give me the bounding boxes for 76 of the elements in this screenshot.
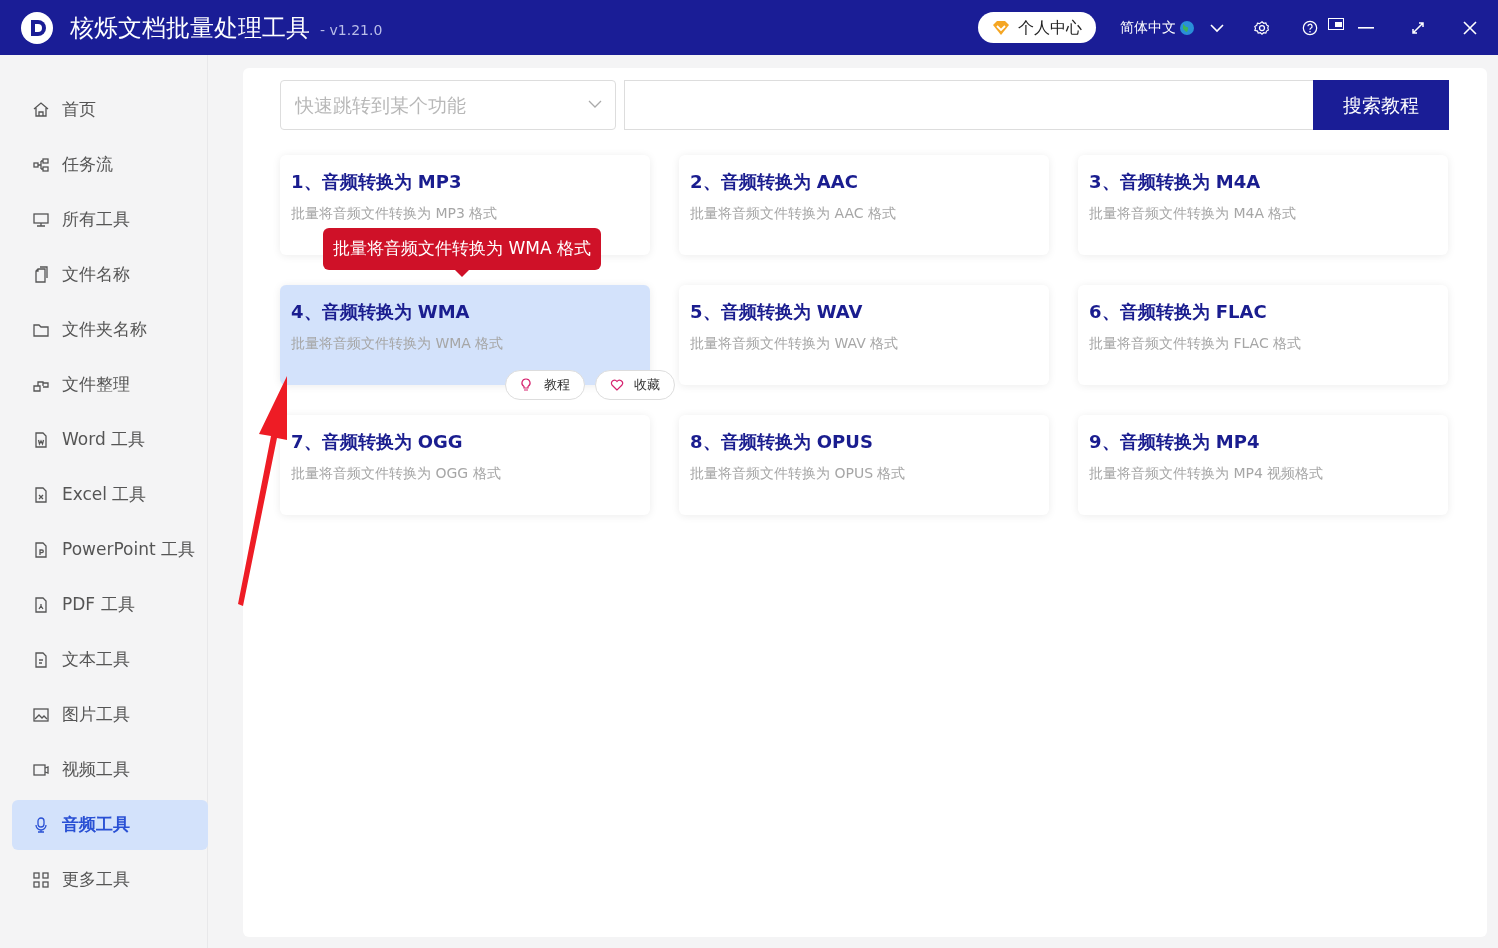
favorite-button[interactable]: 收藏 xyxy=(595,370,675,400)
powerpoint-file-icon xyxy=(32,541,50,559)
search-button[interactable]: 搜索教程 xyxy=(1313,80,1449,130)
sidebar-item[interactable]: 首页 xyxy=(12,85,208,135)
lightbulb-icon xyxy=(520,378,534,392)
sidebar-item[interactable]: Word 工具 xyxy=(12,415,208,465)
text-file-icon xyxy=(32,651,50,669)
tool-card[interactable]: 8、音频转换为 OPUS 批量将音频文件转换为 OPUS 格式 xyxy=(679,415,1049,515)
word-file-icon xyxy=(32,431,50,449)
card-description: 批量将音频文件转换为 WAV 格式 xyxy=(690,334,900,353)
document-icon xyxy=(32,266,50,284)
jump-dropdown[interactable]: 快速跳转到某个功能 xyxy=(280,80,617,130)
sidebar-item[interactable]: 文件夹名称 xyxy=(12,305,208,355)
card-title: 9、音频转换为 MP4 xyxy=(1089,430,1261,454)
sidebar-item[interactable]: 所有工具 xyxy=(12,195,208,245)
sidebar-item[interactable]: PDF 工具 xyxy=(12,580,208,630)
app-title: 核烁文档批量处理工具 xyxy=(70,12,310,44)
card-description: 批量将音频文件转换为 MP4 视频格式 xyxy=(1089,464,1325,483)
sidebar-item[interactable]: Excel 工具 xyxy=(12,470,208,520)
tutorial-button[interactable]: 教程 xyxy=(505,370,585,400)
home-icon xyxy=(32,101,50,119)
pdf-file-icon xyxy=(32,596,50,614)
excel-file-icon xyxy=(32,486,50,504)
app-logo xyxy=(20,10,54,45)
sidebar-item[interactable]: 文本工具 xyxy=(12,635,208,685)
flow-icon xyxy=(32,156,50,174)
diamond-heart-icon xyxy=(992,19,1010,36)
language-selector[interactable]: 简体中文 xyxy=(1120,17,1176,38)
card-description: 批量将音频文件转换为 AAC 格式 xyxy=(690,204,897,223)
tooltip: 批量将音频文件转换为 WMA 格式 xyxy=(323,228,601,270)
sidebar-item[interactable]: 文件名称 xyxy=(12,250,208,300)
microphone-icon xyxy=(32,816,50,834)
card-title: 3、音频转换为 M4A xyxy=(1089,170,1262,194)
card-description: 批量将音频文件转换为 FLAC 格式 xyxy=(1089,334,1303,353)
sidebar-item[interactable]: 更多工具 xyxy=(12,855,208,905)
card-title: 1、音频转换为 MP3 xyxy=(291,170,463,194)
mini-window-icon[interactable] xyxy=(1328,18,1344,30)
sidebar-item[interactable]: 文件整理 xyxy=(12,360,208,410)
sidebar-item[interactable]: 任务流 xyxy=(12,140,208,190)
image-icon xyxy=(32,706,50,724)
card-title: 4、音频转换为 WMA xyxy=(291,300,471,324)
tool-card[interactable]: 9、音频转换为 MP4 批量将音频文件转换为 MP4 视频格式 xyxy=(1078,415,1448,515)
card-description: 批量将音频文件转换为 MP3 格式 xyxy=(291,204,499,223)
sidebar-item[interactable]: 音频工具 xyxy=(12,800,208,850)
card-title: 5、音频转换为 WAV xyxy=(690,300,864,324)
tooltip-pointer-icon xyxy=(453,268,470,277)
sidebar-item[interactable]: 图片工具 xyxy=(12,690,208,740)
chevron-down-icon[interactable] xyxy=(1210,22,1224,33)
search-field[interactable] xyxy=(624,80,1313,130)
account-button[interactable]: 个人中心 xyxy=(978,12,1096,43)
tool-card[interactable]: 6、音频转换为 FLAC 批量将音频文件转换为 FLAC 格式 xyxy=(1078,285,1448,385)
card-description: 批量将音频文件转换为 M4A 格式 xyxy=(1089,204,1298,223)
tool-card[interactable]: 7、音频转换为 OGG 批量将音频文件转换为 OGG 格式 xyxy=(280,415,650,515)
close-icon[interactable] xyxy=(1462,19,1478,36)
globe-icon xyxy=(1180,20,1194,35)
tool-card[interactable]: 3、音频转换为 M4A 批量将音频文件转换为 M4A 格式 xyxy=(1078,155,1448,255)
sidebar-item[interactable]: 视频工具 xyxy=(12,745,208,795)
card-title: 7、音频转换为 OGG xyxy=(291,430,464,454)
monitor-icon xyxy=(32,211,50,229)
video-camera-icon xyxy=(32,761,50,779)
sidebar-item[interactable]: PowerPoint 工具 xyxy=(12,525,208,575)
grid-icon xyxy=(32,871,50,889)
card-title: 2、音频转换为 AAC xyxy=(690,170,859,194)
maximize-icon[interactable] xyxy=(1410,19,1426,36)
card-title: 6、音频转换为 FLAC xyxy=(1089,300,1268,324)
card-description: 批量将音频文件转换为 WMA 格式 xyxy=(291,334,505,353)
card-description: 批量将音频文件转换为 OPUS 格式 xyxy=(690,464,907,483)
heart-icon xyxy=(610,378,624,392)
tool-card[interactable]: 2、音频转换为 AAC 批量将音频文件转换为 AAC 格式 xyxy=(679,155,1049,255)
folder-icon xyxy=(32,321,50,339)
card-title: 8、音频转换为 OPUS xyxy=(690,430,874,454)
minimize-icon[interactable] xyxy=(1358,26,1374,29)
tool-card[interactable]: 5、音频转换为 WAV 批量将音频文件转换为 WAV 格式 xyxy=(679,285,1049,385)
version-label: - v1.21.0 xyxy=(320,21,383,40)
card-description: 批量将音频文件转换为 OGG 格式 xyxy=(291,464,502,483)
chevron-down-icon xyxy=(588,100,603,109)
